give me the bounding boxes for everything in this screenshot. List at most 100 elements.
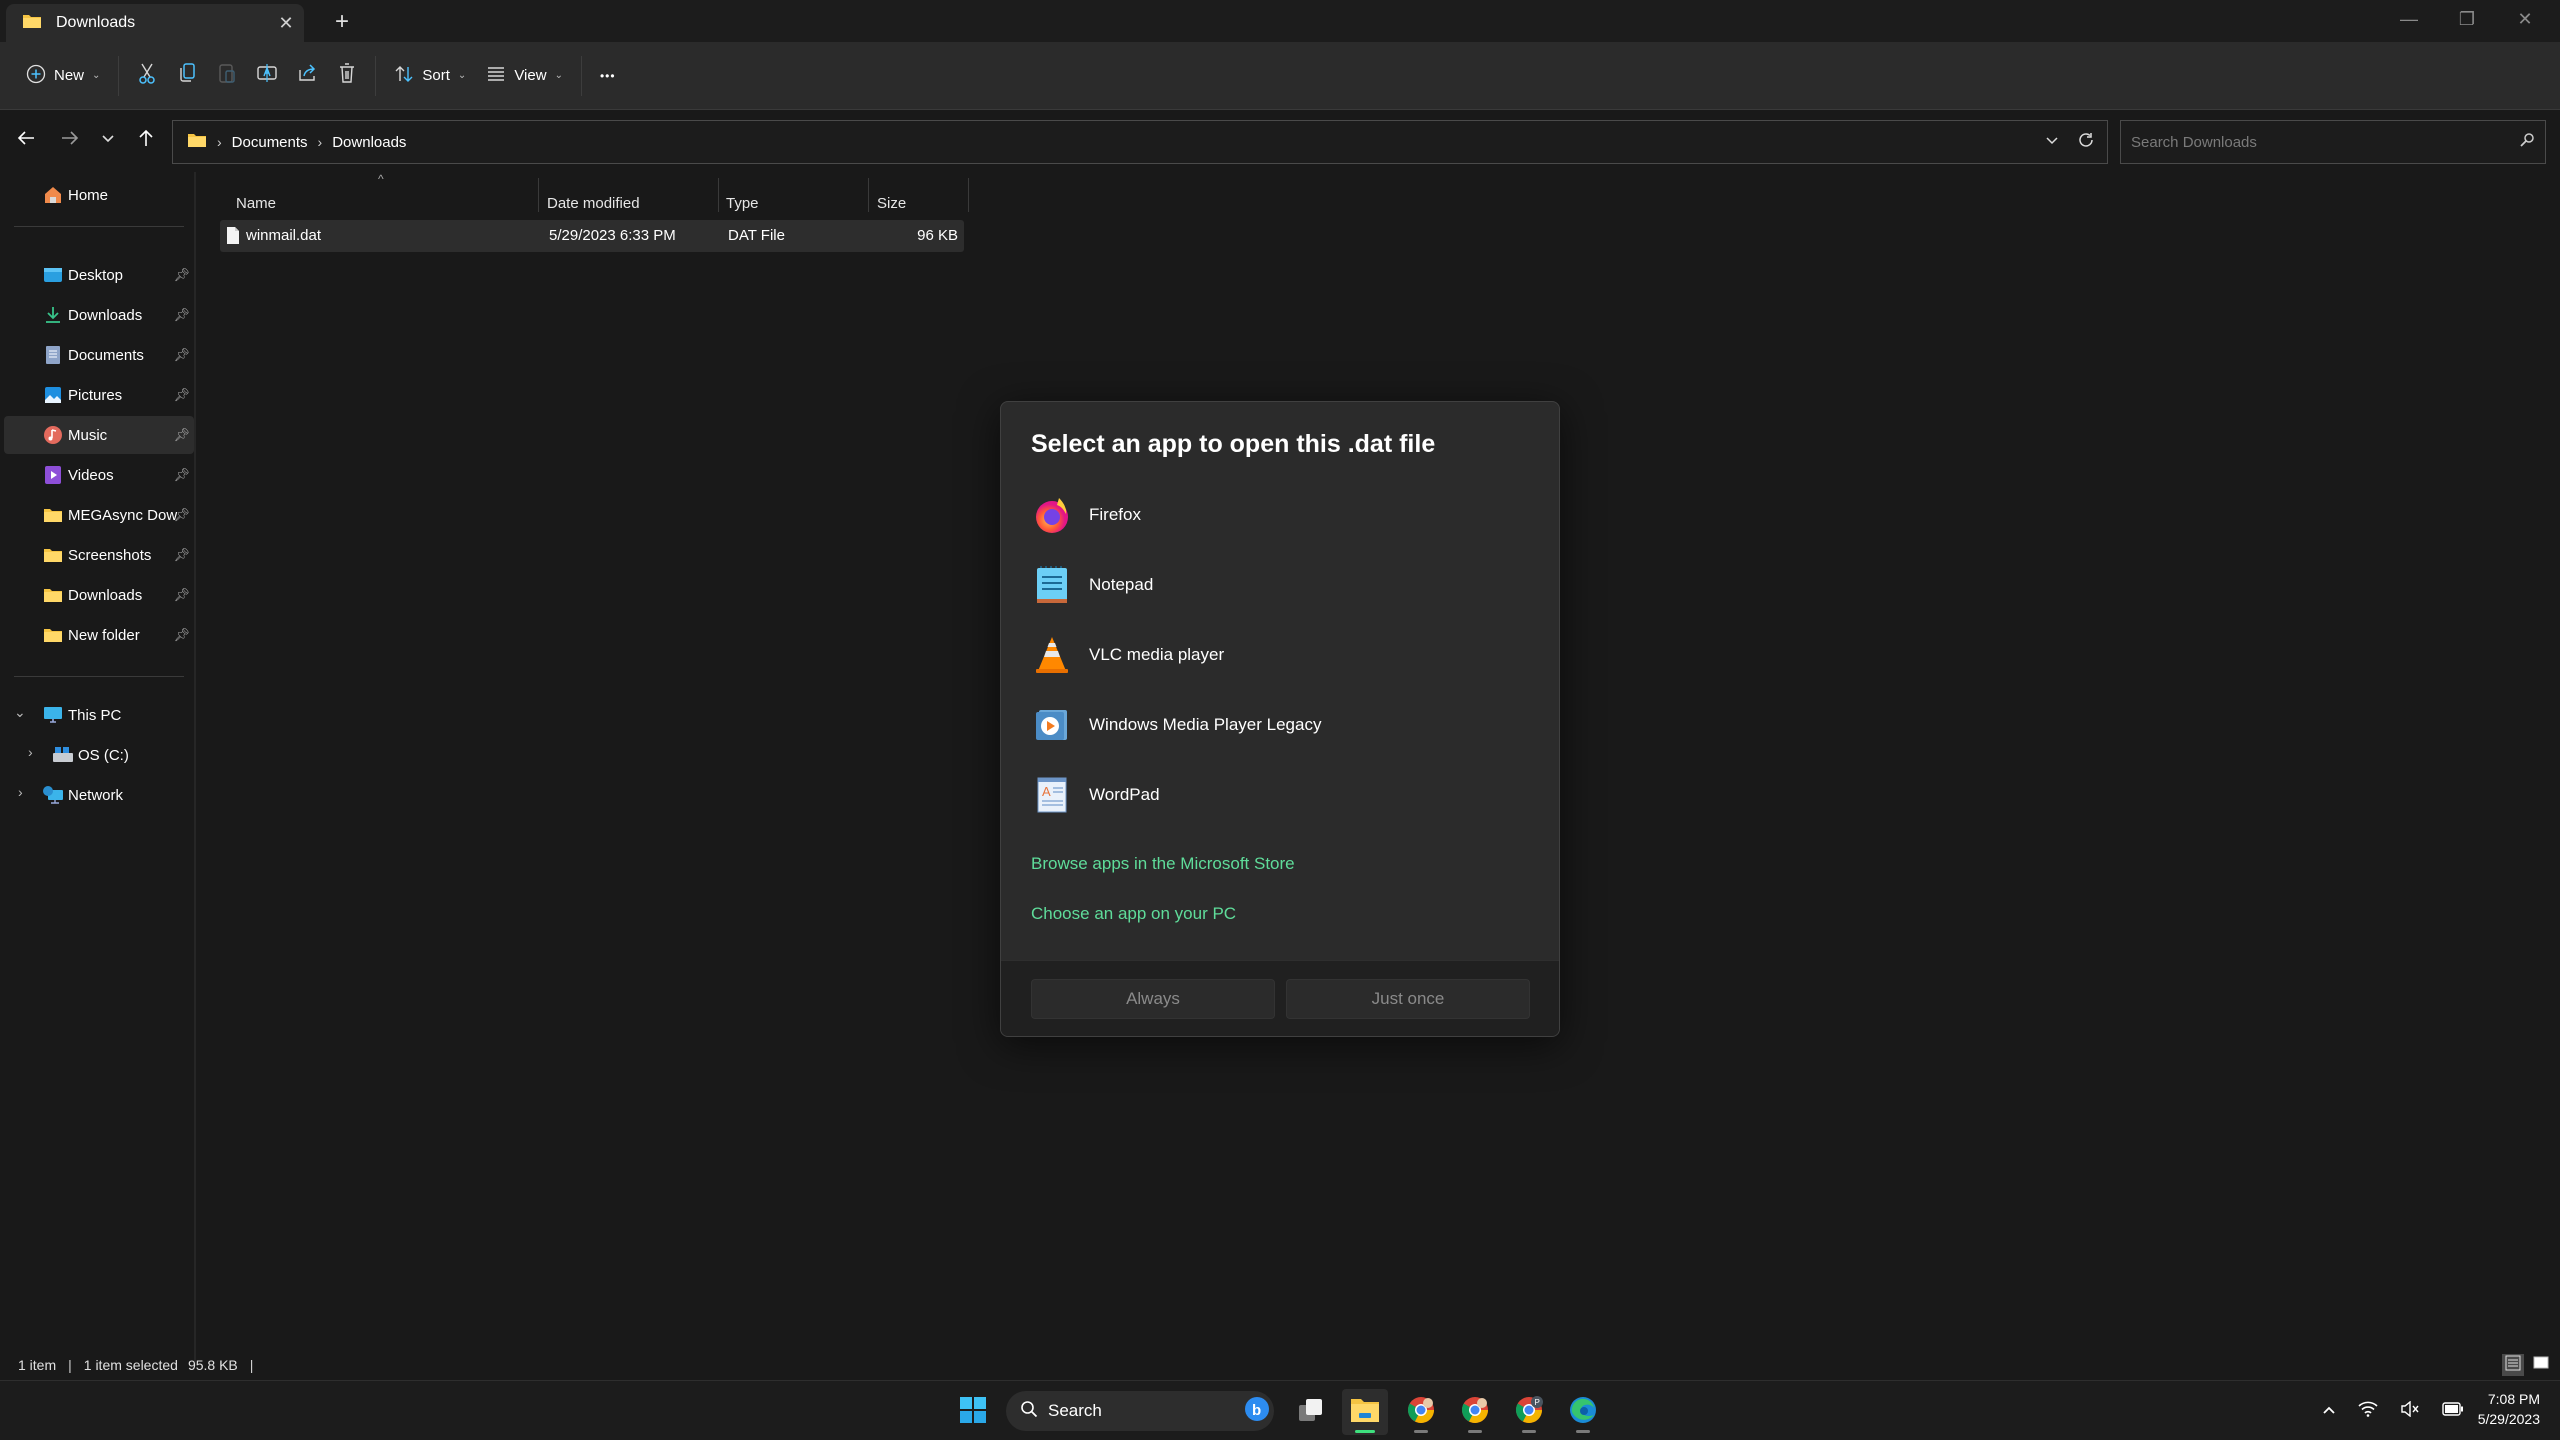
divider bbox=[14, 676, 184, 677]
sidebar-item-desktop[interactable]: Desktop 📌︎ bbox=[4, 256, 194, 294]
pin-icon[interactable]: 📌︎ bbox=[173, 587, 190, 603]
just-once-button[interactable]: Just once bbox=[1286, 979, 1530, 1019]
column-header-type[interactable]: Type bbox=[726, 186, 759, 220]
app-option-vlc[interactable]: VLC media player bbox=[1015, 624, 1545, 686]
details-view-button[interactable] bbox=[2502, 1354, 2524, 1376]
large-icons-view-button[interactable] bbox=[2530, 1354, 2552, 1376]
recent-locations-button[interactable] bbox=[90, 122, 126, 158]
sidebar-item-videos[interactable]: Videos 📌︎ bbox=[4, 456, 194, 494]
close-tab-button[interactable]: ✕ bbox=[268, 5, 304, 41]
battery-icon[interactable] bbox=[2442, 1401, 2464, 1421]
sidebar-item-network[interactable]: Network bbox=[4, 776, 194, 814]
close-window-button[interactable]: ✕ bbox=[2496, 0, 2554, 38]
column-divider[interactable] bbox=[538, 178, 539, 212]
taskbar-search[interactable]: Search b bbox=[1006, 1391, 1274, 1431]
always-button[interactable]: Always bbox=[1031, 979, 1275, 1019]
minimize-button[interactable]: — bbox=[2380, 0, 2438, 38]
task-view-button[interactable] bbox=[1288, 1389, 1334, 1435]
pin-icon[interactable]: 📌︎ bbox=[173, 347, 190, 363]
volume-muted-icon[interactable] bbox=[2400, 1400, 2420, 1422]
search-icon[interactable] bbox=[2519, 132, 2535, 153]
sidebar-label: MEGAsync Downl bbox=[68, 506, 178, 524]
app-option-windows-media-player-legacy[interactable]: Windows Media Player Legacy bbox=[1015, 694, 1545, 756]
breadcrumb-separator: › bbox=[217, 134, 222, 150]
more-options-button[interactable]: ••• bbox=[590, 54, 626, 98]
sidebar-item-music[interactable]: Music 📌︎ bbox=[4, 416, 194, 454]
search-box[interactable] bbox=[2120, 120, 2546, 164]
wifi-icon[interactable] bbox=[2358, 1401, 2378, 1422]
file-row[interactable]: winmail.dat 5/29/2023 6:33 PM DAT File 9… bbox=[220, 220, 964, 252]
pin-icon[interactable]: 📌︎ bbox=[173, 627, 190, 643]
breadcrumb-documents[interactable]: Documents bbox=[232, 134, 308, 151]
choose-app-on-pc-link[interactable]: Choose an app on your PC bbox=[1031, 904, 1236, 924]
pin-icon[interactable]: 📌︎ bbox=[173, 387, 190, 403]
sidebar-item-documents[interactable]: Documents 📌︎ bbox=[4, 336, 194, 374]
column-header-date-modified[interactable]: Date modified bbox=[547, 186, 640, 220]
pin-icon[interactable]: 📌︎ bbox=[173, 547, 190, 563]
share-button[interactable] bbox=[287, 54, 327, 98]
chrome-icon bbox=[1460, 1395, 1490, 1430]
show-hidden-icons-button[interactable] bbox=[2322, 1402, 2336, 1420]
tab-downloads[interactable]: Downloads ✕ bbox=[6, 4, 304, 42]
sidebar-item-megasync-downloads[interactable]: MEGAsync Downl 📌︎ bbox=[4, 496, 194, 534]
pin-icon[interactable]: 📌︎ bbox=[173, 467, 190, 483]
bing-icon[interactable]: b bbox=[1244, 1396, 1270, 1427]
sidebar-item-os-drive[interactable]: OS (C:) bbox=[4, 736, 194, 774]
chevron-down-icon: ⌄ bbox=[457, 70, 467, 81]
app-label: VLC media player bbox=[1089, 645, 1225, 664]
pin-icon[interactable]: 📌︎ bbox=[173, 267, 190, 283]
column-divider[interactable] bbox=[718, 178, 719, 212]
column-divider[interactable] bbox=[868, 178, 869, 212]
sidebar-item-this-pc[interactable]: This PC bbox=[4, 696, 194, 734]
taskbar-edge[interactable] bbox=[1560, 1389, 1606, 1435]
column-header-size[interactable]: Size bbox=[877, 186, 906, 220]
start-button[interactable] bbox=[950, 1389, 996, 1435]
sidebar-item-new-folder[interactable]: New folder 📌︎ bbox=[4, 616, 194, 654]
taskbar-chrome-3[interactable]: P bbox=[1506, 1389, 1552, 1435]
app-option-notepad[interactable]: Notepad bbox=[1015, 554, 1545, 616]
windows-logo-icon bbox=[959, 1396, 987, 1429]
open-with-dialog: Select an app to open this .dat file Fir… bbox=[1000, 401, 1560, 1037]
sidebar-item-downloads-folder[interactable]: Downloads 📌︎ bbox=[4, 576, 194, 614]
address-history-dropdown[interactable] bbox=[2045, 133, 2059, 151]
breadcrumb-downloads[interactable]: Downloads bbox=[332, 134, 406, 151]
sidebar-label: Desktop bbox=[68, 266, 124, 284]
clock[interactable]: 7:08 PM 5/29/2023 bbox=[2478, 1389, 2540, 1429]
column-header-name[interactable]: Name bbox=[236, 186, 276, 220]
search-input[interactable] bbox=[2131, 133, 2519, 151]
refresh-icon[interactable] bbox=[2077, 131, 2095, 154]
cut-button[interactable] bbox=[127, 54, 167, 98]
new-button[interactable]: New ⌄ bbox=[16, 54, 110, 98]
sidebar-item-home[interactable]: Home bbox=[4, 176, 194, 214]
pin-icon[interactable]: 📌︎ bbox=[173, 427, 190, 443]
app-option-wordpad[interactable]: A WordPad bbox=[1015, 764, 1545, 826]
app-indicator bbox=[1522, 1430, 1536, 1433]
app-option-firefox[interactable]: Firefox bbox=[1015, 484, 1545, 546]
browse-store-link[interactable]: Browse apps in the Microsoft Store bbox=[1031, 854, 1295, 874]
sidebar-label: Downloads bbox=[68, 306, 143, 324]
sort-button[interactable]: Sort ⌄ bbox=[384, 54, 476, 98]
taskbar-chrome-1[interactable] bbox=[1398, 1389, 1444, 1435]
taskbar-file-explorer[interactable] bbox=[1342, 1389, 1388, 1435]
pin-icon[interactable]: 📌︎ bbox=[173, 307, 190, 323]
sidebar-item-pictures[interactable]: Pictures 📌︎ bbox=[4, 376, 194, 414]
paste-button[interactable] bbox=[207, 54, 247, 98]
sidebar-item-downloads[interactable]: Downloads 📌︎ bbox=[4, 296, 194, 334]
edge-icon bbox=[1568, 1395, 1598, 1430]
back-button[interactable] bbox=[8, 122, 44, 158]
new-tab-button[interactable]: + bbox=[326, 6, 358, 38]
up-button[interactable] bbox=[128, 122, 164, 158]
pin-icon[interactable]: 📌︎ bbox=[173, 507, 190, 523]
taskbar-chrome-2[interactable] bbox=[1452, 1389, 1498, 1435]
maximize-button[interactable]: ❐ bbox=[2438, 0, 2496, 38]
sidebar-item-screenshots[interactable]: Screenshots 📌︎ bbox=[4, 536, 194, 574]
vlc-icon bbox=[1033, 636, 1071, 674]
copy-button[interactable] bbox=[167, 54, 207, 98]
delete-button[interactable] bbox=[327, 54, 367, 98]
column-divider[interactable] bbox=[968, 178, 969, 212]
view-button[interactable]: View ⌄ bbox=[476, 54, 573, 98]
address-bar[interactable]: › Documents › Downloads bbox=[172, 120, 2108, 164]
forward-button[interactable] bbox=[52, 122, 88, 158]
arrow-up-icon bbox=[138, 129, 154, 152]
rename-button[interactable] bbox=[247, 54, 287, 98]
